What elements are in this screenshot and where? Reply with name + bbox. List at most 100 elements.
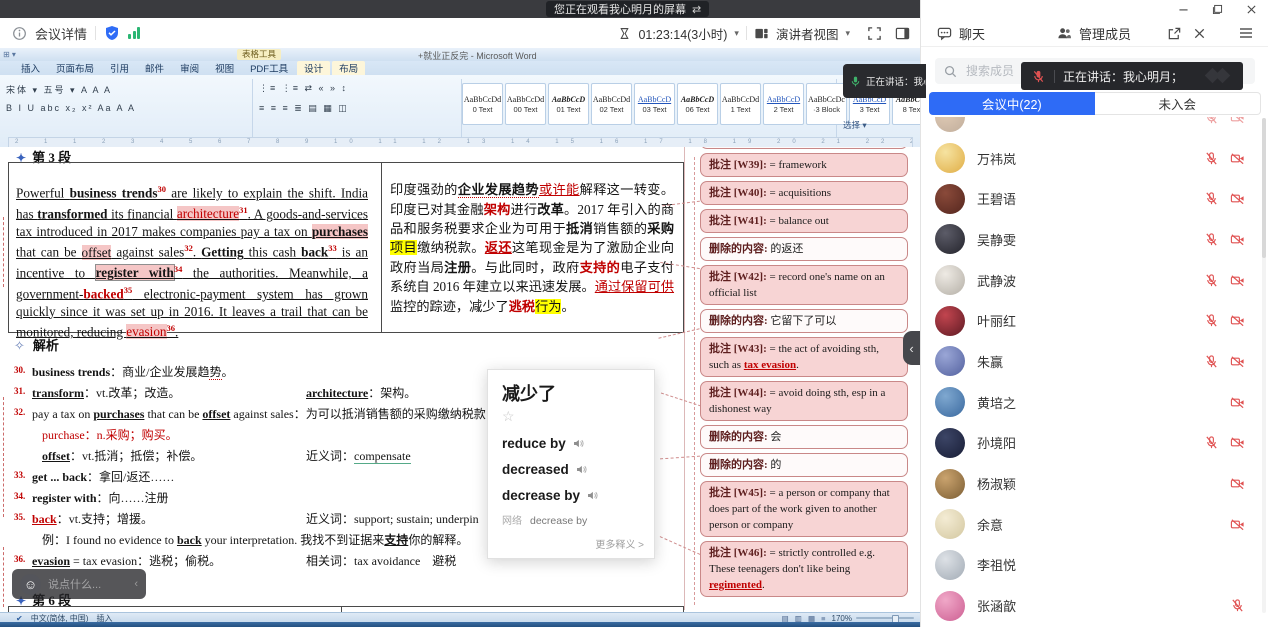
ribbon-tab-design[interactable]: 设计 — [297, 61, 330, 75]
camera-off-icon[interactable] — [1230, 273, 1245, 288]
comment-balloon[interactable]: 批注 [W41]: = balance out — [700, 209, 908, 233]
member-row[interactable]: 余意 — [921, 504, 1268, 545]
meeting-timer[interactable]: 01:23:14(3小时) — [638, 24, 727, 43]
style-cell[interactable]: AaBbCcD03 Text — [634, 83, 675, 125]
deletion-balloon[interactable]: 删除的内容: 会 — [700, 425, 908, 449]
deletion-balloon[interactable]: 删除的内容: 它留下了可以 — [700, 309, 908, 333]
style-cell[interactable]: AaBbCcDd00 Text — [505, 83, 546, 125]
member-row[interactable]: 吴静雯 — [921, 219, 1268, 260]
camera-off-icon[interactable] — [1230, 313, 1245, 328]
say-something-placeholder[interactable]: 说点什么... — [48, 576, 101, 592]
style-cell[interactable]: AaBbCcD06 Text — [677, 83, 718, 125]
camera-off-icon[interactable] — [1230, 151, 1245, 166]
deletion-balloon[interactable]: 删除的内容: 的返还 — [700, 237, 908, 261]
chevron-down-icon[interactable]: ▾ — [845, 28, 850, 39]
member-row[interactable]: 李祖悦 — [921, 545, 1268, 586]
font-controls-row2[interactable]: B I U abc x₂ x² Aa A A — [6, 103, 136, 113]
font-controls-row1[interactable]: 宋体 ▾ 五号 ▾ A A A — [6, 83, 112, 96]
ribbon-tab[interactable]: 视图 — [208, 61, 241, 75]
info-icon[interactable] — [12, 26, 27, 41]
mic-muted-icon[interactable] — [1204, 232, 1219, 247]
comment-balloon[interactable]: 批注 [W40]: = acquisitions — [700, 181, 908, 205]
member-row[interactable]: 杨淑颖 — [921, 463, 1268, 504]
speaker-icon[interactable] — [586, 489, 599, 502]
mic-muted-icon[interactable] — [1204, 354, 1219, 369]
reaction-bubble[interactable]: ☺ 说点什么... ‹ — [12, 569, 146, 599]
mic-muted-icon[interactable] — [1204, 151, 1219, 166]
deletion-balloon[interactable]: 删除的内容: 的 — [700, 453, 908, 477]
tab-manage-members[interactable]: 管理成员 — [1057, 24, 1131, 43]
meeting-details-label[interactable]: 会议详情 — [35, 24, 87, 43]
network-signal-icon[interactable] — [128, 27, 140, 39]
camera-off-icon[interactable] — [1230, 191, 1245, 206]
layout-view-icon[interactable] — [754, 26, 769, 41]
mic-muted-icon[interactable] — [1204, 435, 1219, 450]
style-cell[interactable]: AaBbCcDd0 Text — [462, 83, 503, 125]
panel-scrollbar[interactable] — [1262, 118, 1266, 613]
style-cell[interactable]: AaBbCcD2 Text — [763, 83, 804, 125]
member-row[interactable]: 王碧语 — [921, 178, 1268, 219]
mic-muted-icon[interactable] — [1230, 598, 1245, 613]
dictionary-popup[interactable]: 减少了 ☆ reduce by decreased decrease by 网络… — [487, 369, 655, 559]
member-row[interactable]: 张涵歆 — [921, 585, 1268, 626]
style-cell[interactable]: AaBbCcD01 Text — [548, 83, 589, 125]
zoom-slider[interactable] — [856, 617, 914, 619]
ribbon-tab[interactable]: 引用 — [103, 61, 136, 75]
tab-chat[interactable]: 聊天 — [937, 24, 985, 43]
side-panel-icon[interactable] — [895, 26, 910, 41]
ribbon-tab[interactable]: 审阅 — [173, 61, 206, 75]
select-button[interactable]: 选择 ▾ — [843, 119, 867, 131]
document-page[interactable]: ✦第 3 段 Powerful business trends30 are li… — [0, 147, 920, 612]
tab-in-meeting[interactable]: 会议中(22) — [929, 92, 1095, 115]
member-row[interactable]: 武静波 — [921, 260, 1268, 301]
quick-access-toolbar[interactable]: ⊞ ▾ — [3, 50, 16, 59]
chinese-translation[interactable]: 印度强劲的企业发展趋势或许能解释这一转变。印度已对其金融架构进行改革。2017 … — [390, 180, 674, 316]
ribbon-tab[interactable]: PDF工具 — [243, 61, 295, 75]
style-cell[interactable]: AaBbCcDd1 Text — [720, 83, 761, 125]
member-row[interactable]: 万祎岚 — [921, 138, 1268, 179]
comment-balloon[interactable]: 批注 [W46]: = strictly controlled e.g. The… — [700, 541, 908, 597]
maximize-button[interactable] — [1208, 2, 1226, 16]
mic-muted-icon[interactable] — [1204, 313, 1219, 328]
comment-balloon[interactable]: 批注 [W42]: = record one's name on an offi… — [700, 265, 908, 305]
close-panel-icon[interactable] — [1192, 26, 1207, 41]
camera-off-icon[interactable] — [1230, 395, 1245, 410]
member-row[interactable]: 黄培之 — [921, 382, 1268, 423]
paragraph-controls-row2[interactable]: ≡ ≡ ≡ ≣ ▤ ▦ ◫ — [259, 103, 349, 114]
comment-balloon[interactable]: 批注 [W39]: = framework — [700, 153, 908, 177]
collapse-arrow-icon[interactable]: ‹ — [134, 578, 138, 590]
camera-off-icon[interactable] — [1230, 232, 1245, 247]
comment-balloon[interactable]: 批注 [W45]: = a person or company that doe… — [700, 481, 908, 537]
speaker-icon[interactable] — [572, 437, 585, 450]
comment-balloon[interactable]: 批注 [W44]: = avoid doing sth, esp in a di… — [700, 381, 908, 421]
close-button[interactable] — [1242, 2, 1260, 16]
speaker-view-label[interactable]: 演讲者视图 — [776, 24, 839, 43]
tab-not-joined[interactable]: 未入会 — [1095, 92, 1262, 115]
paragraph-controls-row1[interactable]: ⋮≡ ⋮≡ ⇄ « » ↕ — [259, 83, 348, 94]
english-paragraph[interactable]: Powerful business trends30 are likely to… — [16, 181, 368, 341]
fullscreen-icon[interactable] — [867, 26, 882, 41]
deletion-balloon[interactable]: 删除的内容: 可能可以 — [700, 147, 908, 149]
panel-collapse-handle[interactable]: ‹ — [903, 331, 920, 365]
ribbon-tab-layout[interactable]: 布局 — [332, 61, 365, 75]
camera-off-icon[interactable] — [1230, 435, 1245, 450]
security-shield-icon[interactable] — [104, 25, 120, 41]
member-row[interactable]: 叶丽红 — [921, 300, 1268, 341]
comment-balloon[interactable]: 批注 [W43]: = the act of avoiding sth, suc… — [700, 337, 908, 377]
member-row[interactable]: 朱赢 — [921, 341, 1268, 382]
ribbon-tab[interactable]: 邮件 — [138, 61, 171, 75]
chevron-down-icon[interactable]: ▾ — [734, 28, 739, 39]
popout-icon[interactable] — [1167, 26, 1182, 41]
mic-muted-icon[interactable] — [1204, 273, 1219, 288]
camera-off-icon[interactable] — [1230, 476, 1245, 491]
more-definitions-link[interactable]: 更多释义 > — [595, 536, 644, 551]
smiley-icon[interactable]: ☺ — [20, 574, 41, 595]
camera-off-icon[interactable] — [1230, 517, 1245, 532]
camera-off-icon[interactable] — [1230, 354, 1245, 369]
ribbon-tab[interactable]: 插入 — [14, 61, 47, 75]
favorite-star-icon[interactable]: ☆ — [502, 408, 640, 425]
mic-muted-icon[interactable] — [1204, 191, 1219, 206]
speaker-icon[interactable] — [575, 463, 588, 476]
minimize-button[interactable] — [1174, 2, 1192, 16]
menu-icon[interactable] — [1238, 25, 1254, 41]
